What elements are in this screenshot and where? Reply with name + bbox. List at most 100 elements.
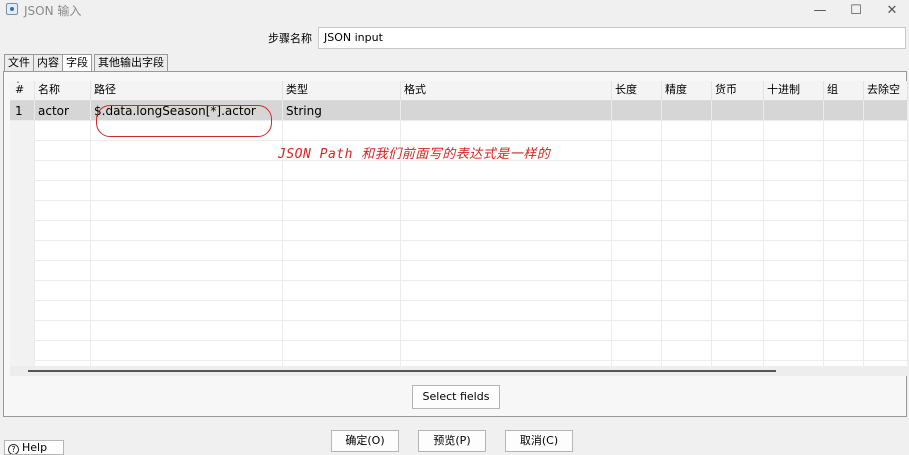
maximize-button[interactable]: ☐ [836, 0, 876, 22]
empty-cell[interactable] [864, 121, 908, 141]
empty-table-row[interactable] [10, 261, 908, 281]
column-header-row-number[interactable]: ˆ # [10, 81, 35, 101]
empty-cell[interactable] [864, 281, 908, 301]
empty-cell[interactable] [10, 321, 35, 341]
scrollbar-thumb[interactable] [28, 370, 776, 372]
column-header-length[interactable]: 长度 [612, 81, 662, 101]
empty-cell[interactable] [764, 181, 824, 201]
column-header-type[interactable]: 类型 [283, 81, 401, 101]
empty-cell[interactable] [283, 161, 401, 181]
tab-fields[interactable]: 字段 [62, 54, 92, 72]
empty-cell[interactable] [764, 121, 824, 141]
empty-cell[interactable] [764, 301, 824, 321]
empty-cell[interactable] [864, 141, 908, 161]
preview-button[interactable]: 预览(P) [418, 430, 486, 452]
empty-cell[interactable] [662, 161, 712, 181]
empty-cell[interactable] [283, 221, 401, 241]
empty-cell[interactable] [662, 121, 712, 141]
tab-other-output-fields[interactable]: 其他输出字段 [94, 54, 168, 71]
close-button[interactable]: ✕ [872, 0, 909, 22]
empty-cell[interactable] [662, 321, 712, 341]
empty-cell[interactable] [10, 181, 35, 201]
empty-cell[interactable] [10, 241, 35, 261]
empty-cell[interactable] [35, 221, 91, 241]
empty-cell[interactable] [824, 321, 864, 341]
empty-cell[interactable] [764, 201, 824, 221]
empty-cell[interactable] [35, 261, 91, 281]
empty-cell[interactable] [283, 181, 401, 201]
empty-cell[interactable] [10, 141, 35, 161]
empty-cell[interactable] [764, 221, 824, 241]
empty-cell[interactable] [712, 121, 764, 141]
empty-cell[interactable] [612, 121, 662, 141]
empty-cell[interactable] [824, 201, 864, 221]
empty-cell[interactable] [91, 261, 283, 281]
currency-cell[interactable] [712, 101, 764, 121]
empty-cell[interactable] [824, 121, 864, 141]
empty-cell[interactable] [283, 121, 401, 141]
empty-cell[interactable] [662, 301, 712, 321]
empty-cell[interactable] [283, 241, 401, 261]
empty-table-row[interactable] [10, 181, 908, 201]
empty-cell[interactable] [91, 341, 283, 361]
empty-cell[interactable] [864, 241, 908, 261]
tab-file[interactable]: 文件 [4, 54, 34, 71]
empty-cell[interactable] [864, 181, 908, 201]
empty-cell[interactable] [612, 141, 662, 161]
empty-cell[interactable] [401, 181, 612, 201]
empty-table-row[interactable] [10, 201, 908, 221]
empty-cell[interactable] [91, 301, 283, 321]
empty-cell[interactable] [612, 301, 662, 321]
empty-cell[interactable] [864, 261, 908, 281]
empty-cell[interactable] [10, 201, 35, 221]
empty-cell[interactable] [662, 341, 712, 361]
empty-cell[interactable] [612, 181, 662, 201]
empty-cell[interactable] [712, 341, 764, 361]
tab-content[interactable]: 内容 [33, 54, 63, 71]
empty-table-row[interactable] [10, 241, 908, 261]
empty-table-row[interactable] [10, 161, 908, 181]
empty-cell[interactable] [283, 201, 401, 221]
empty-cell[interactable] [712, 221, 764, 241]
empty-cell[interactable] [864, 321, 908, 341]
empty-cell[interactable] [10, 341, 35, 361]
empty-cell[interactable] [764, 161, 824, 181]
empty-cell[interactable] [612, 161, 662, 181]
empty-cell[interactable] [612, 261, 662, 281]
empty-cell[interactable] [283, 281, 401, 301]
empty-cell[interactable] [91, 161, 283, 181]
empty-cell[interactable] [824, 141, 864, 161]
empty-cell[interactable] [824, 301, 864, 321]
empty-cell[interactable] [662, 201, 712, 221]
column-header-name[interactable]: 名称 [35, 81, 91, 101]
empty-cell[interactable] [401, 221, 612, 241]
empty-cell[interactable] [401, 281, 612, 301]
empty-cell[interactable] [712, 181, 764, 201]
empty-table-row[interactable] [10, 281, 908, 301]
empty-cell[interactable] [864, 301, 908, 321]
empty-cell[interactable] [10, 261, 35, 281]
empty-cell[interactable] [612, 341, 662, 361]
empty-cell[interactable] [764, 281, 824, 301]
column-header-group[interactable]: 组 [824, 81, 864, 101]
empty-cell[interactable] [824, 281, 864, 301]
empty-cell[interactable] [10, 301, 35, 321]
empty-cell[interactable] [662, 261, 712, 281]
empty-cell[interactable] [35, 181, 91, 201]
empty-cell[interactable] [35, 141, 91, 161]
empty-cell[interactable] [824, 241, 864, 261]
empty-cell[interactable] [10, 121, 35, 141]
empty-cell[interactable] [612, 201, 662, 221]
empty-cell[interactable] [91, 281, 283, 301]
empty-cell[interactable] [35, 241, 91, 261]
empty-cell[interactable] [91, 141, 283, 161]
empty-cell[interactable] [91, 321, 283, 341]
empty-cell[interactable] [91, 201, 283, 221]
empty-cell[interactable] [283, 321, 401, 341]
empty-cell[interactable] [35, 321, 91, 341]
empty-cell[interactable] [35, 341, 91, 361]
empty-table-row[interactable] [10, 301, 908, 321]
empty-cell[interactable] [401, 161, 612, 181]
empty-cell[interactable] [401, 321, 612, 341]
empty-cell[interactable] [10, 221, 35, 241]
